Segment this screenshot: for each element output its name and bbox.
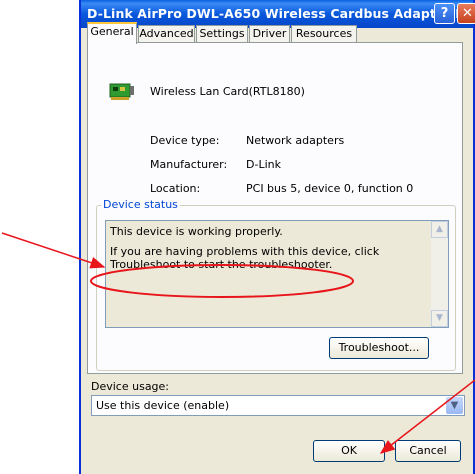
tab-general[interactable]: General <box>87 22 137 44</box>
annotation-overlay <box>1 232 475 454</box>
annotation-arrow-right <box>379 379 475 454</box>
annotation-ellipse <box>90 264 354 298</box>
annotation-arrow-left <box>1 232 106 269</box>
